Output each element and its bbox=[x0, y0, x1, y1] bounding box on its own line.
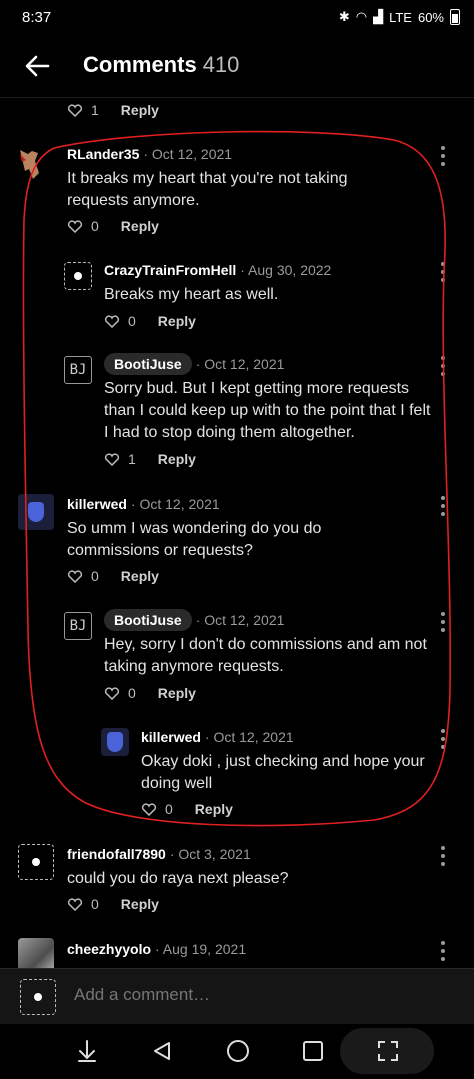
nav-expand-icon[interactable] bbox=[373, 1036, 403, 1066]
back-arrow-icon[interactable] bbox=[24, 54, 50, 78]
wifi-icon: ◠ bbox=[355, 9, 368, 24]
page-title: Comments 410 bbox=[83, 52, 239, 78]
comments-feed[interactable]: 1 Reply RLander35 · Oct 12, 2021 It break… bbox=[0, 98, 474, 968]
nav-back-icon[interactable] bbox=[147, 1036, 177, 1066]
status-icons: ✱ ◠ ▟ LTE 60% bbox=[339, 9, 460, 25]
add-comment-input[interactable] bbox=[74, 985, 434, 1005]
comment-meta: cheezhyyolo · Aug 19, 2021 bbox=[67, 941, 246, 957]
nav-recents-icon[interactable] bbox=[298, 1036, 328, 1066]
battery-icon bbox=[450, 9, 460, 25]
comment-date: · Aug 19, 2021 bbox=[155, 941, 247, 957]
comment-composer bbox=[0, 968, 474, 1024]
kebab-icon[interactable] bbox=[436, 846, 450, 866]
heart-icon[interactable] bbox=[67, 897, 83, 911]
bluetooth-icon: ✱ bbox=[338, 9, 350, 24]
avatar bbox=[20, 979, 56, 1015]
battery-label: 60% bbox=[417, 9, 444, 25]
like-count: 0 bbox=[91, 896, 99, 912]
comment-text: could you do raya next please? bbox=[67, 870, 289, 887]
reply-button[interactable]: Reply bbox=[121, 102, 159, 118]
username[interactable]: friendofall7890 bbox=[67, 846, 166, 862]
network-label: LTE bbox=[389, 9, 412, 25]
like-count: 1 bbox=[91, 102, 99, 118]
avatar[interactable] bbox=[18, 844, 54, 880]
heart-icon[interactable] bbox=[67, 103, 83, 117]
nav-home-icon[interactable] bbox=[223, 1036, 253, 1066]
system-nav-bar bbox=[0, 1024, 474, 1079]
reply-button[interactable]: Reply bbox=[121, 896, 159, 912]
username[interactable]: cheezhyyolo bbox=[67, 941, 151, 957]
page-title-text: Comments bbox=[83, 52, 197, 77]
avatar[interactable] bbox=[18, 938, 54, 968]
comment-meta: friendofall7890 · Oct 3, 2021 bbox=[67, 846, 251, 862]
nav-down-icon[interactable] bbox=[72, 1036, 102, 1066]
previous-comment-actions: 1 Reply bbox=[67, 102, 159, 118]
status-bar: 8:37 ✱ ◠ ▟ LTE 60% bbox=[0, 0, 474, 34]
signal-icon: ▟ bbox=[373, 9, 384, 24]
comment-count: 410 bbox=[202, 52, 240, 77]
red-annotation-outline bbox=[22, 130, 452, 827]
kebab-icon[interactable] bbox=[436, 941, 450, 961]
comment-actions: 0 Reply bbox=[67, 896, 159, 912]
status-time: 8:37 bbox=[22, 8, 52, 26]
header: Comments 410 bbox=[0, 34, 474, 98]
comment-date: · Oct 3, 2021 bbox=[169, 846, 251, 862]
